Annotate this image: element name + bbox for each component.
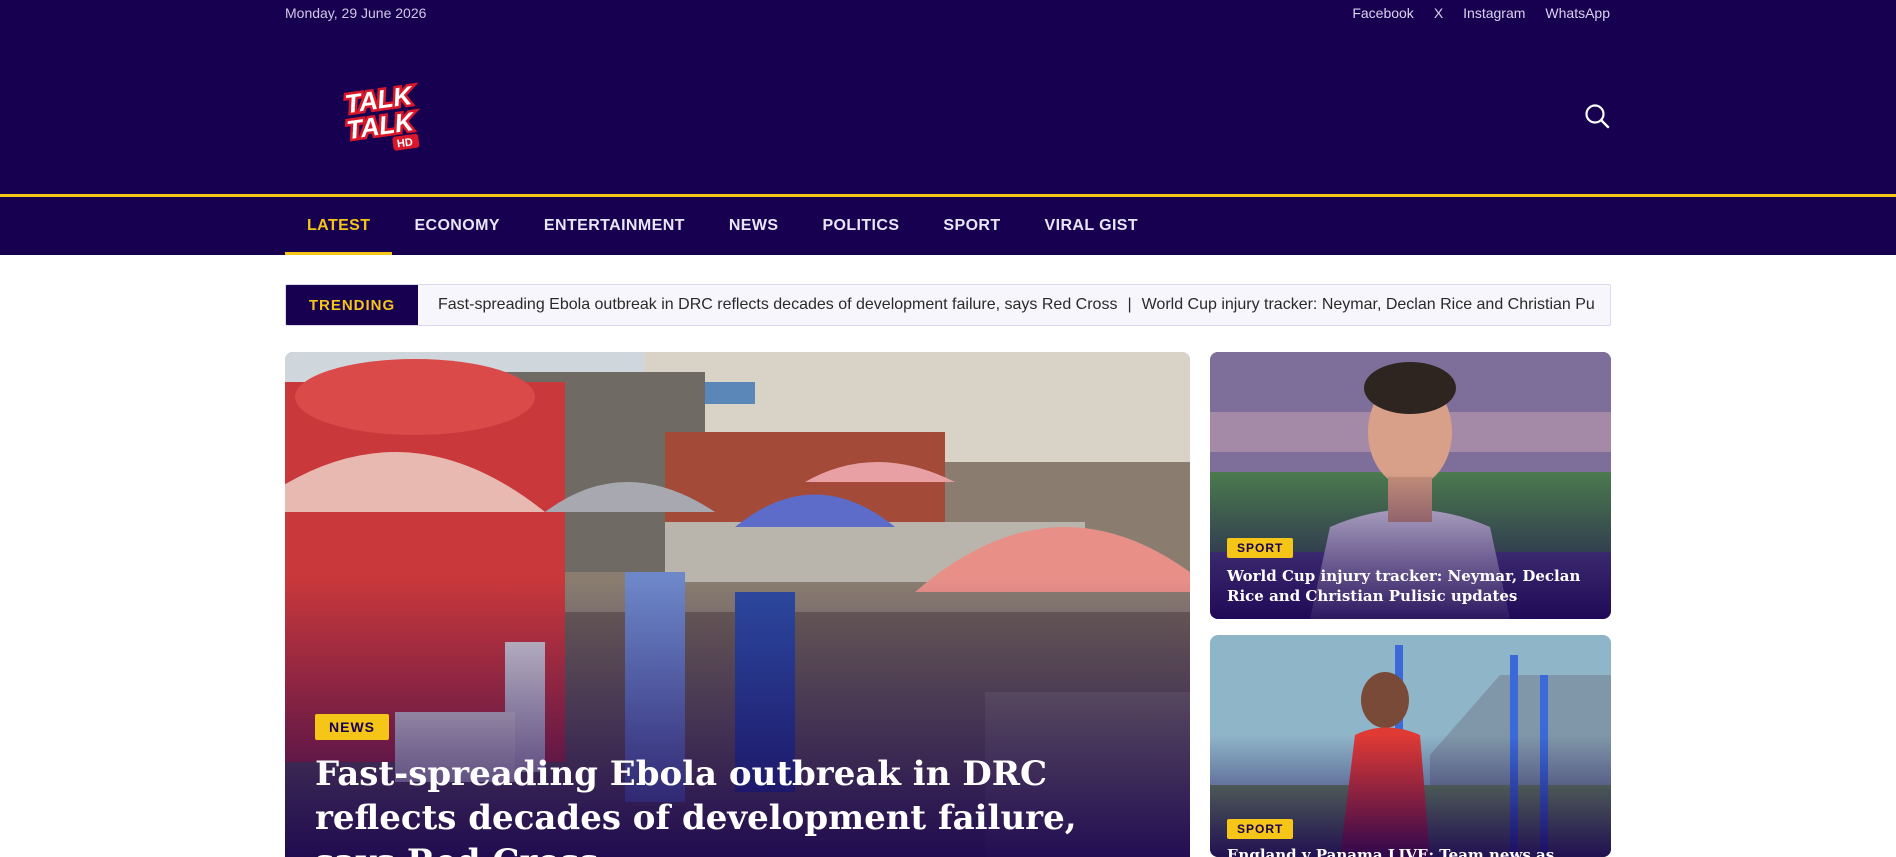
- featured-article[interactable]: NEWS Fast-spreading Ebola outbreak in DR…: [285, 352, 1190, 857]
- ticker-separator: |: [1127, 296, 1132, 313]
- trending-ticker: Fast-spreading Ebola outbreak in DRC ref…: [438, 285, 1610, 325]
- facebook-link[interactable]: Facebook: [1352, 5, 1413, 21]
- social-links: Facebook X Instagram WhatsApp: [1352, 5, 1610, 21]
- nav-politics[interactable]: POLITICS: [800, 197, 921, 255]
- main-nav: LATEST ECONOMY ENTERTAINMENT NEWS POLITI…: [0, 197, 1896, 255]
- trending-label: TRENDING: [286, 285, 418, 325]
- x-link[interactable]: X: [1434, 5, 1443, 21]
- featured-title[interactable]: Fast-spreading Ebola outbreak in DRC ref…: [315, 752, 1145, 857]
- category-badge[interactable]: SPORT: [1227, 538, 1294, 558]
- nav-entertainment[interactable]: ENTERTAINMENT: [522, 197, 707, 255]
- nav-viral-gist[interactable]: VIRAL GIST: [1023, 197, 1161, 255]
- nav-news[interactable]: NEWS: [707, 197, 801, 255]
- category-badge[interactable]: NEWS: [315, 714, 389, 740]
- trending-headline[interactable]: Fast-spreading Ebola outbreak in DRC ref…: [438, 296, 1117, 314]
- instagram-link[interactable]: Instagram: [1463, 5, 1525, 21]
- site-logo[interactable]: TALK TALK HD: [339, 78, 429, 154]
- search-icon[interactable]: [1583, 102, 1611, 130]
- article-card[interactable]: SPORT England v Panama LIVE: Team news a…: [1210, 635, 1611, 857]
- category-badge[interactable]: SPORT: [1227, 819, 1294, 839]
- nav-economy[interactable]: ECONOMY: [392, 197, 521, 255]
- article-card[interactable]: SPORT World Cup injury tracker: Neymar, …: [1210, 352, 1611, 619]
- article-title[interactable]: World Cup injury tracker: Neymar, Declan…: [1227, 566, 1587, 606]
- trending-headline[interactable]: World Cup injury tracker: Neymar, Declan…: [1142, 296, 1595, 314]
- whatsapp-link[interactable]: WhatsApp: [1545, 5, 1610, 21]
- nav-latest[interactable]: LATEST: [285, 197, 393, 255]
- site-header: Monday, 29 June 2026 Facebook X Instagra…: [0, 0, 1896, 194]
- svg-text:HD: HD: [396, 136, 413, 150]
- current-date: Monday, 29 June 2026: [285, 5, 427, 21]
- trending-bar: TRENDING Fast-spreading Ebola outbreak i…: [285, 284, 1611, 326]
- article-title[interactable]: England v Panama LIVE: Team news as Rece: [1227, 845, 1587, 857]
- nav-sport[interactable]: SPORT: [921, 197, 1022, 255]
